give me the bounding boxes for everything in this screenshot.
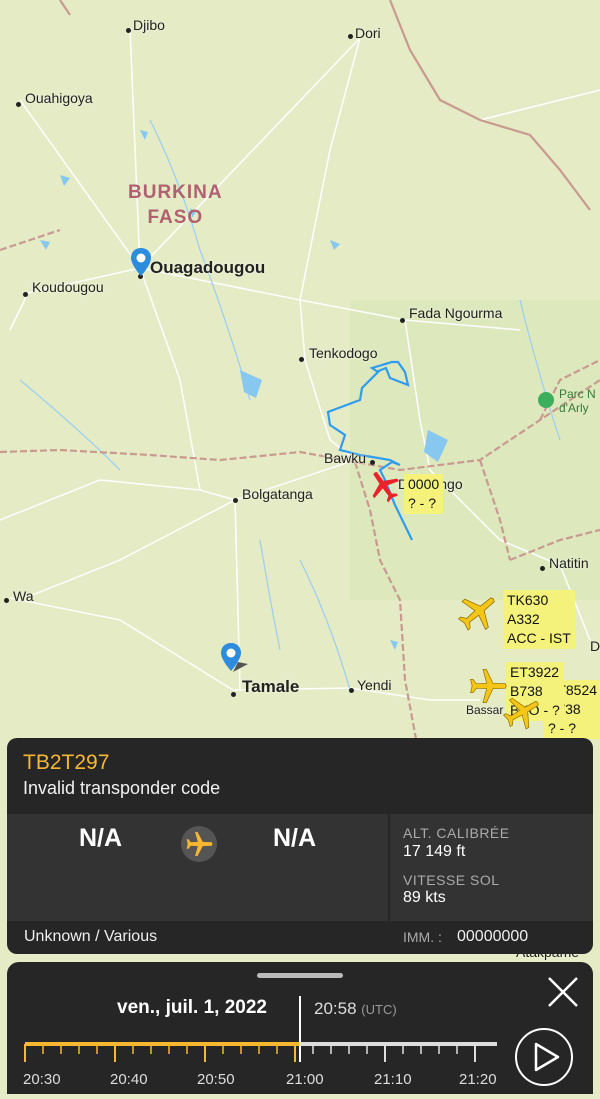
playback-time-value: 20:58 xyxy=(314,999,357,1018)
divider xyxy=(388,814,390,921)
altitude-value: 17 149 ft xyxy=(403,843,466,860)
city-dot xyxy=(348,34,353,39)
timeline-scale[interactable] xyxy=(21,1040,501,1070)
drag-handle[interactable] xyxy=(257,973,343,978)
tick-label: 20:50 xyxy=(197,1071,235,1088)
tick-label: 21:20 xyxy=(459,1071,497,1088)
city-djibo: Djibo xyxy=(133,17,165,33)
city-bawku: Bawku xyxy=(324,450,367,466)
airplane-icon-tk630[interactable] xyxy=(456,590,500,634)
city-dot xyxy=(4,598,9,603)
playback-date: ven., juil. 1, 2022 xyxy=(117,997,267,1018)
city-dori: Dori xyxy=(355,25,381,41)
city-yendi: Yendi xyxy=(357,677,392,693)
city-wa: Wa xyxy=(13,588,34,604)
tick-label: 20:30 xyxy=(23,1071,61,1088)
ground-speed-label: VITESSE SOL xyxy=(403,872,500,888)
city-dot xyxy=(16,102,21,107)
city-fada-ngourma: Fada Ngourma xyxy=(409,305,503,321)
location-pin-icon[interactable] xyxy=(220,642,250,672)
city-bolgatanga: Bolgatanga xyxy=(242,486,313,502)
city-tenkodogo: Tenkodogo xyxy=(309,345,378,361)
city-tamale: Tamale xyxy=(242,677,300,696)
city-dot xyxy=(370,460,375,465)
city-dot xyxy=(540,566,545,571)
park-label: Parc N d'Arly xyxy=(559,387,596,415)
city-ouagadougou: Ouagadougou xyxy=(150,258,266,277)
country-label: BURKINA FASO xyxy=(128,182,223,228)
city-dot xyxy=(126,28,131,33)
tick-label: 21:10 xyxy=(374,1071,412,1088)
ground-speed-value: 89 kts xyxy=(403,889,446,906)
registration-value: 00000000 xyxy=(457,928,529,945)
flight-callsign: TB2T297 xyxy=(23,751,110,774)
city-dot xyxy=(231,692,236,697)
origin-airport[interactable]: N/A xyxy=(79,824,122,853)
tick-label: 20:40 xyxy=(110,1071,148,1088)
selected-airplane-icon[interactable] xyxy=(366,468,402,504)
close-icon[interactable] xyxy=(545,974,581,1010)
registration-label: IMM. : xyxy=(403,929,442,945)
flight-status-text: Invalid transponder code xyxy=(23,778,221,798)
city-dot xyxy=(400,318,405,323)
city-dot xyxy=(349,688,354,693)
selected-flight-label[interactable]: 0000 ? - ? xyxy=(404,474,444,514)
timezone-label: (UTC) xyxy=(361,1002,397,1017)
altitude-label: ALT. CALIBRÉE xyxy=(403,825,510,841)
airplane-icon-et8524[interactable] xyxy=(502,692,542,732)
playback-time: 20:58 (UTC) xyxy=(314,999,397,1019)
destination-airport[interactable]: N/A xyxy=(273,824,316,853)
park-tree-icon xyxy=(538,392,554,408)
flight-label-tk630[interactable]: TK630 A332 ACC - IST xyxy=(503,590,575,649)
city-koudougou: Koudougou xyxy=(32,279,104,295)
city-dot xyxy=(233,498,238,503)
city-natitingou: Natitin xyxy=(549,555,589,571)
playback-panel[interactable]: ven., juil. 1, 2022 20:58 (UTC) 20:30 20… xyxy=(7,962,593,1094)
city-ouahigoya: Ouahigoya xyxy=(25,90,93,106)
aircraft-type: Unknown / Various xyxy=(24,928,158,945)
location-pin-icon[interactable] xyxy=(130,247,152,277)
city-dot xyxy=(23,292,28,297)
city-edge-d: D xyxy=(590,638,600,654)
city-dot xyxy=(299,357,304,362)
flight-info-card[interactable]: TB2T297 Invalid transponder code N/A N/A… xyxy=(7,738,593,954)
route-plane-icon xyxy=(181,826,217,862)
play-icon xyxy=(534,1042,560,1072)
play-button[interactable] xyxy=(515,1028,573,1086)
tick-label: 21:00 xyxy=(286,1071,324,1088)
